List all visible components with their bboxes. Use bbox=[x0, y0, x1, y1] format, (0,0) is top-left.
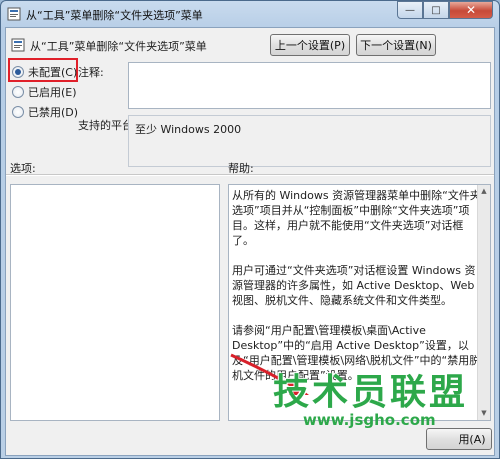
setting-title: 从“工具”菜单删除“文件夹选项”菜单 bbox=[30, 40, 207, 53]
help-paragraph-1: 从所有的 Windows 资源管理器菜单中删除“文件夹选项”项目并从“控制面板”… bbox=[232, 189, 481, 247]
close-button[interactable]: ✕ bbox=[449, 1, 493, 19]
help-section-label: 帮助: bbox=[228, 162, 254, 175]
radio-button[interactable] bbox=[12, 66, 24, 78]
setting-icon bbox=[11, 38, 25, 52]
minimize-icon: — bbox=[405, 4, 415, 16]
help-paragraph-2: 用户可通过“文件夹选项”对话框设置 Windows 资源管理器的许多属性，如 A… bbox=[232, 264, 476, 307]
options-section-label: 选项: bbox=[10, 162, 36, 175]
radio-not-configured[interactable]: 未配置(C) bbox=[12, 64, 77, 80]
radio-label: 未配置(C) bbox=[28, 66, 78, 79]
close-icon: ✕ bbox=[465, 3, 477, 17]
policy-icon bbox=[7, 7, 21, 21]
radio-button[interactable] bbox=[12, 106, 24, 118]
comment-label: 注释: bbox=[78, 66, 104, 79]
help-scrollbar[interactable]: ▲ ▼ bbox=[477, 185, 490, 420]
radio-label: 已启用(E) bbox=[28, 86, 77, 99]
radio-disabled[interactable]: 已禁用(D) bbox=[12, 104, 78, 120]
maximize-icon: □ bbox=[431, 4, 441, 16]
next-setting-button[interactable]: 下一个设置(N) bbox=[356, 34, 436, 56]
maximize-button[interactable]: □ bbox=[423, 1, 449, 19]
platform-value: 至少 Windows 2000 bbox=[135, 123, 242, 136]
radio-selected-dot bbox=[15, 69, 21, 75]
radio-label: 已禁用(D) bbox=[28, 106, 79, 119]
window-title: 从“工具”菜单删除“文件夹选项”菜单 bbox=[26, 9, 203, 22]
scroll-down-icon[interactable]: ▼ bbox=[478, 407, 490, 420]
watermark: 技术员联盟 www.jsgho.com bbox=[263, 363, 473, 441]
radio-button[interactable] bbox=[12, 86, 24, 98]
comment-textarea[interactable] bbox=[128, 62, 491, 109]
watermark-url: www.jsgho.com bbox=[303, 411, 436, 429]
options-pane[interactable] bbox=[10, 184, 220, 421]
minimize-button[interactable]: — bbox=[397, 1, 423, 19]
title-bar[interactable]: 从“工具”菜单删除“文件夹选项”菜单 — □ ✕ bbox=[1, 1, 499, 27]
scroll-up-icon[interactable]: ▲ bbox=[478, 185, 490, 198]
policy-dialog-window: 从“工具”菜单删除“文件夹选项”菜单 — □ ✕ 从“工具”菜单删除“文件夹选项… bbox=[0, 0, 500, 459]
watermark-text: 技术员联盟 bbox=[273, 372, 469, 413]
radio-enabled[interactable]: 已启用(E) bbox=[12, 84, 77, 100]
platform-value-box: 至少 Windows 2000 bbox=[128, 115, 491, 167]
previous-setting-button[interactable]: 上一个设置(P) bbox=[270, 34, 350, 56]
